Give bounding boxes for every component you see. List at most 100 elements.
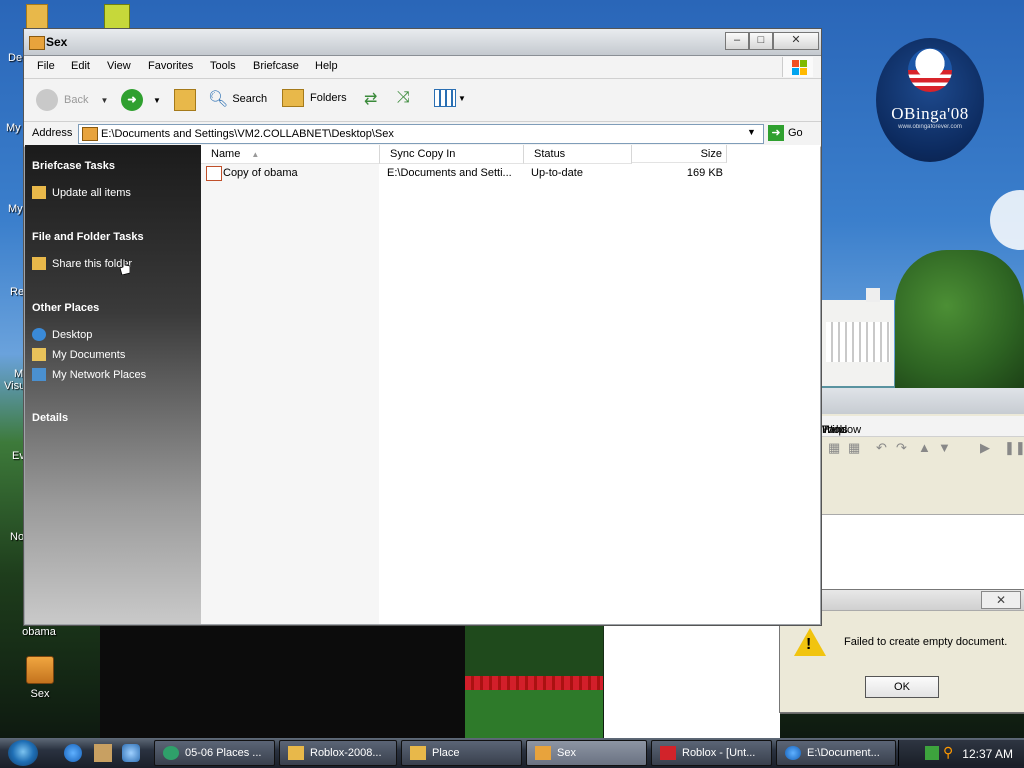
- warning-mark: !: [806, 636, 812, 653]
- up-arrow-icon[interactable]: ▲: [918, 440, 931, 455]
- network-tray-icon[interactable]: [925, 746, 939, 760]
- folder-icon: [410, 746, 426, 760]
- folders-icon: [282, 89, 304, 107]
- pause-icon[interactable]: ❚❚: [1004, 440, 1024, 456]
- place-label: My Network Places: [52, 368, 147, 381]
- logo-o-icon: [908, 48, 952, 92]
- background-app-window: Tools Window Help ▦ ▦ ↶ ↷ ▲ ▼ ▶ ❚❚: [822, 388, 1024, 589]
- column-label: Size: [700, 148, 722, 160]
- chevron-down-icon[interactable]: ▼: [458, 94, 466, 103]
- taskbar-button-label: E:\Document...: [807, 747, 880, 759]
- redo-icon[interactable]: ↷: [896, 440, 907, 456]
- menu-favorites[interactable]: Favorites: [148, 60, 193, 72]
- file-list: Name ▲ Sync Copy In Status Size Copy of …: [201, 145, 820, 624]
- place-label: Desktop: [52, 328, 93, 341]
- taskbar-button-active[interactable]: Sex: [526, 740, 647, 766]
- maximize-button[interactable]: □: [749, 32, 773, 50]
- undo-icon[interactable]: ↶: [876, 440, 887, 456]
- share-folder-link[interactable]: Share this folder: [32, 257, 132, 270]
- menu-briefcase[interactable]: Briefcase: [253, 60, 299, 72]
- forward-button[interactable]: ➜ ▼: [121, 89, 161, 111]
- file-folder-tasks-header[interactable]: File and Folder Tasks: [32, 231, 144, 243]
- obinga-logo: OBinga'08 www.obingaforever.com: [876, 38, 984, 162]
- places-icon: [163, 746, 179, 760]
- menu-help[interactable]: Help: [315, 60, 338, 72]
- menu-view[interactable]: View: [107, 60, 131, 72]
- my-documents-link[interactable]: My Documents: [32, 348, 125, 361]
- tools-icon[interactable]: [94, 744, 112, 762]
- sorted-column-shade: [201, 145, 379, 624]
- folder-icon: [288, 746, 304, 760]
- taskbar-button[interactable]: Place: [401, 740, 522, 766]
- minimize-button[interactable]: –: [725, 32, 749, 50]
- update-icon: [32, 186, 46, 199]
- sync-button[interactable]: ⇄: [364, 89, 377, 109]
- column-label: Sync Copy In: [390, 148, 456, 160]
- logo-text: OBinga'08: [891, 104, 969, 123]
- down-arrow-icon[interactable]: ▼: [938, 440, 951, 455]
- folders-label: Folders: [310, 92, 347, 104]
- dialog-close-button[interactable]: ✕: [981, 591, 1021, 609]
- partial-label: My: [8, 203, 23, 215]
- address-input[interactable]: E:\Documents and Settings\VM2.COLLABNET\…: [78, 124, 764, 144]
- update-button[interactable]: ⤨: [397, 89, 410, 107]
- menu-edit[interactable]: Edit: [71, 60, 90, 72]
- update-icon: ⤨: [397, 89, 410, 106]
- tool-icon[interactable]: ▦: [828, 440, 840, 456]
- back-button[interactable]: Back ▼: [36, 89, 108, 111]
- desktop-link[interactable]: Desktop: [32, 328, 92, 341]
- update-all-items-link[interactable]: Update all items: [32, 186, 131, 199]
- my-network-places-link[interactable]: My Network Places: [32, 368, 146, 381]
- task-pane: Briefcase Tasks Update all items File an…: [25, 145, 201, 624]
- taskbar-button[interactable]: Roblox - [Unt...: [651, 740, 772, 766]
- briefcase-tasks-header[interactable]: Briefcase Tasks: [32, 160, 115, 172]
- my-documents-icon: [32, 348, 46, 361]
- folders-button[interactable]: Folders: [282, 89, 347, 107]
- chevron-down-icon[interactable]: ▼: [153, 96, 161, 105]
- suit-image: [100, 626, 465, 738]
- clock[interactable]: 12:37 AM: [962, 747, 1013, 761]
- taskbar-button[interactable]: Roblox-2008...: [279, 740, 397, 766]
- tool-icon[interactable]: ▦: [848, 440, 860, 456]
- quick-launch-icon[interactable]: [122, 744, 140, 762]
- details-header[interactable]: Details: [32, 412, 68, 424]
- image-file-icon: [206, 166, 222, 181]
- go-button[interactable]: ➜ Go: [768, 125, 803, 141]
- column-header-size[interactable]: Size: [632, 145, 727, 163]
- menubar: File Edit View Favorites Tools Briefcase…: [24, 56, 821, 79]
- taskbar-button[interactable]: 05-06 Places ...: [154, 740, 275, 766]
- up-folder-button[interactable]: [174, 89, 196, 111]
- roblox-icon: [660, 746, 676, 760]
- address-value: E:\Documents and Settings\VM2.COLLABNET\…: [101, 128, 394, 140]
- internet-explorer-icon[interactable]: [64, 744, 82, 762]
- chevron-down-icon[interactable]: ▼: [100, 96, 108, 105]
- menu-file[interactable]: File: [37, 60, 55, 72]
- place-label: My Documents: [52, 348, 126, 361]
- play-icon[interactable]: ▶: [980, 440, 990, 456]
- partial-label: Re: [10, 286, 25, 298]
- chevron-down-icon[interactable]: ▼: [747, 127, 756, 137]
- search-tray-icon[interactable]: ⚲: [943, 744, 953, 761]
- taskbar-button[interactable]: E:\Document...: [776, 740, 896, 766]
- go-arrow-icon: ➜: [768, 125, 784, 141]
- window-titlebar[interactable]: Sex – □ ✕: [24, 29, 821, 56]
- menu-help[interactable]: Help: [822, 420, 845, 440]
- desktop-icon-sex[interactable]: Sex: [14, 656, 66, 700]
- document-icon[interactable]: [104, 4, 130, 30]
- search-button[interactable]: 🔍︎ Search: [208, 89, 267, 109]
- taskbar-button-label: Sex: [557, 747, 576, 759]
- column-header-status[interactable]: Status: [524, 145, 632, 164]
- close-button[interactable]: ✕: [773, 32, 819, 50]
- ok-button[interactable]: OK: [865, 676, 939, 698]
- logo-subtext: www.obingaforever.com: [898, 124, 962, 130]
- other-places-header[interactable]: Other Places: [32, 302, 99, 314]
- address-bar: Address E:\Documents and Settings\VM2.CO…: [24, 122, 821, 147]
- folder-icon[interactable]: [26, 4, 48, 30]
- menu-tools[interactable]: Tools: [210, 60, 236, 72]
- column-header-name[interactable]: Name ▲: [201, 145, 380, 164]
- start-button[interactable]: [8, 740, 38, 766]
- views-button[interactable]: ▼: [434, 89, 466, 107]
- trees: [895, 250, 1024, 390]
- column-header-sync-copy-in[interactable]: Sync Copy In: [380, 145, 524, 164]
- desktop-icon-obama[interactable]: obama: [10, 626, 68, 638]
